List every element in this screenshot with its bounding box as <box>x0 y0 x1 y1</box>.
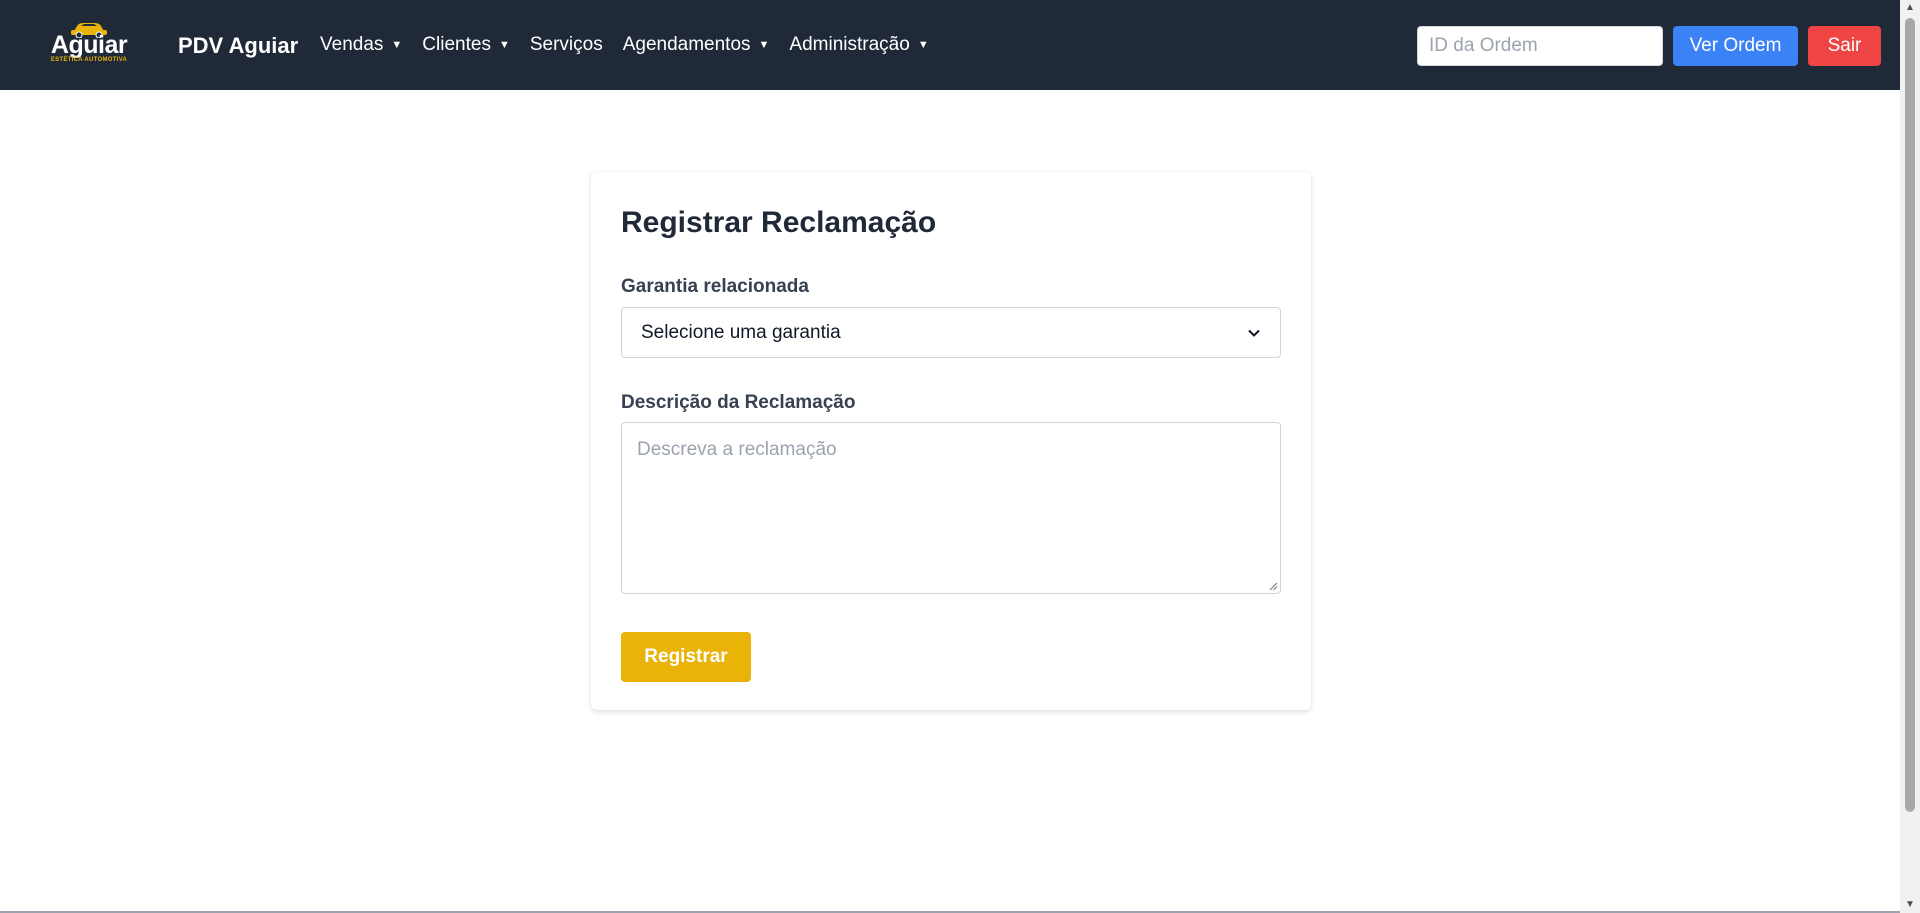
menu-label: Administração <box>789 34 910 55</box>
caret-down-icon: ▼ <box>498 39 510 51</box>
menu-label: Serviços <box>529 34 603 55</box>
complaint-form-card: Registrar Reclamação Garantia relacionad… <box>591 172 1311 710</box>
brand-title[interactable]: PDV Aguiar <box>178 33 298 59</box>
description-label: Descrição da Reclamação <box>621 392 856 413</box>
scroll-down-icon[interactable]: ▼ <box>1900 897 1920 913</box>
caret-down-icon: ▼ <box>917 39 929 51</box>
menu-administracao[interactable]: Administração ▼ <box>789 34 928 56</box>
warranty-selected-value: Selecione uma garantia <box>641 321 841 343</box>
logo-subtitle: ESTÉTICA AUTOMOTIVA <box>50 57 128 63</box>
warranty-label: Garantia relacionada <box>621 276 809 297</box>
menu-clientes[interactable]: Clientes ▼ <box>422 34 510 56</box>
menu-label: Vendas <box>320 34 384 55</box>
logo-word: Aguiar <box>50 31 128 59</box>
warranty-select[interactable]: Selecione uma garantia <box>621 307 1281 358</box>
logout-button[interactable]: Sair <box>1808 26 1881 66</box>
page-title: Registrar Reclamação <box>621 206 937 239</box>
view-order-button[interactable]: Ver Ordem <box>1673 26 1798 66</box>
menu-label: Clientes <box>422 34 491 55</box>
brand-logo[interactable]: Aguiar ESTÉTICA AUTOMOTIVA <box>48 18 130 74</box>
scroll-up-icon[interactable]: ▲ <box>1900 0 1920 16</box>
main-menu: Vendas ▼ Clientes ▼ Serviços Agendamento… <box>320 34 949 56</box>
resize-handle-icon[interactable] <box>1269 582 1278 591</box>
description-textarea[interactable] <box>621 422 1281 594</box>
top-navbar: Aguiar ESTÉTICA AUTOMOTIVA PDV Aguiar Ve… <box>0 0 1900 90</box>
menu-label: Agendamentos <box>622 34 751 55</box>
menu-vendas[interactable]: Vendas ▼ <box>320 34 402 56</box>
register-button[interactable]: Registrar <box>621 632 751 682</box>
order-id-input[interactable] <box>1417 26 1663 66</box>
page-scrollbar[interactable]: ▲ ▼ <box>1900 0 1920 913</box>
scroll-thumb[interactable] <box>1905 18 1915 812</box>
caret-down-icon: ▼ <box>391 39 403 51</box>
menu-agendamentos[interactable]: Agendamentos ▼ <box>623 34 770 56</box>
caret-down-icon: ▼ <box>758 39 770 51</box>
chevron-down-icon <box>1248 329 1260 337</box>
menu-servicos[interactable]: Serviços <box>530 34 603 56</box>
